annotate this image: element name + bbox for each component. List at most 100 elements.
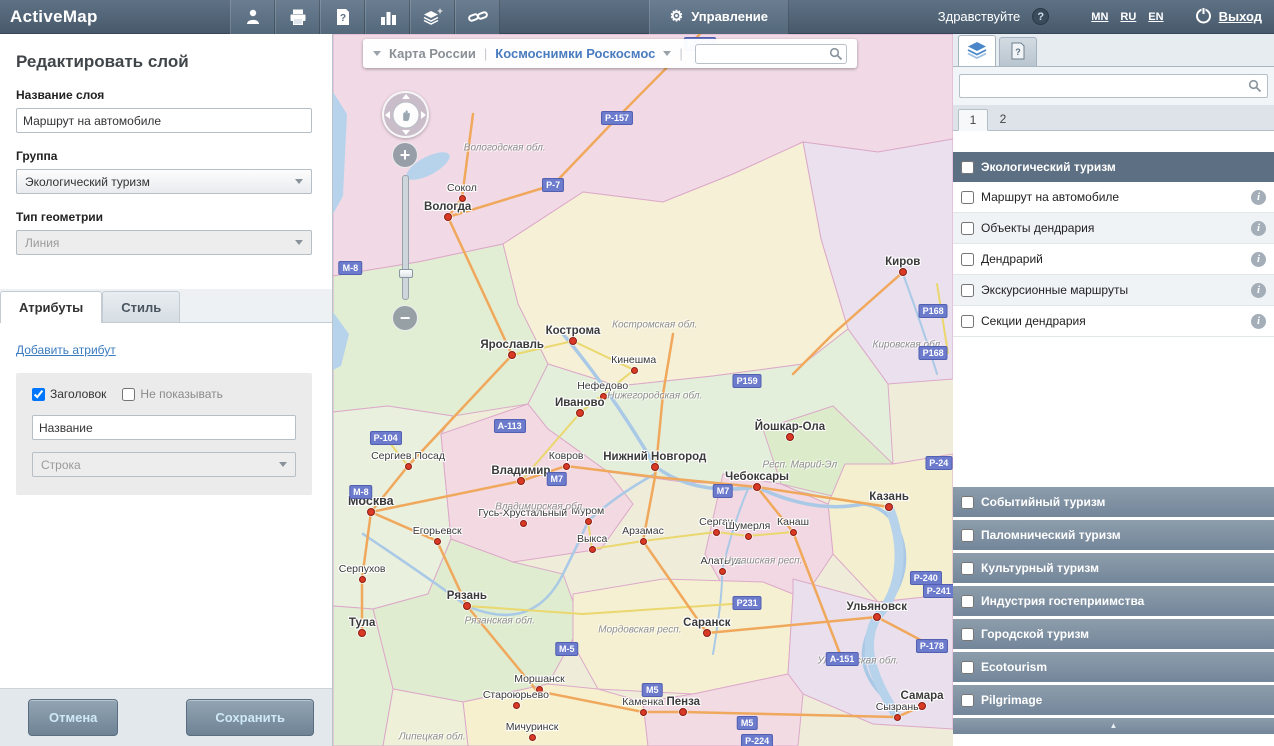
group-header[interactable]: Индустрия гостеприимства	[953, 586, 1274, 616]
layer-row[interactable]: Экскурсионные маршрутыi	[953, 275, 1274, 306]
info-icon[interactable]: i	[1251, 190, 1266, 205]
base-map-name[interactable]: Карта России	[389, 46, 476, 61]
chevron-down-icon[interactable]	[663, 51, 671, 56]
print-tool-button[interactable]	[275, 0, 320, 34]
help-book-tool-button[interactable]: ?	[320, 0, 365, 34]
management-button[interactable]: ⚙ Управление	[649, 0, 789, 34]
city-dot	[585, 518, 592, 525]
layers-panel-tabs: ?	[953, 34, 1274, 67]
tab-layers[interactable]	[958, 35, 996, 66]
header-checkbox-label[interactable]: Заголовок	[32, 387, 106, 401]
city-label: Ковров	[549, 450, 584, 462]
group-label: Культурный туризм	[981, 561, 1099, 575]
layer-row[interactable]: Дендрарий i	[953, 244, 1274, 275]
link-tool-button[interactable]	[455, 0, 500, 34]
header-checkbox[interactable]	[32, 388, 45, 401]
layer-row[interactable]: Секции дендрарияi	[953, 306, 1274, 337]
lang-link-ru[interactable]: RU	[1120, 11, 1136, 23]
city-dot	[576, 409, 584, 417]
city-label: Киров	[885, 256, 920, 268]
tab-legend[interactable]: ?	[999, 37, 1037, 66]
svg-text:?: ?	[339, 13, 345, 24]
zoom-slider-handle[interactable]	[399, 269, 413, 278]
help-badge[interactable]: ?	[1032, 8, 1049, 25]
logout-link[interactable]: Выход	[1219, 9, 1262, 24]
group-checkbox[interactable]	[961, 694, 974, 707]
layer-label: Маршрут на автомобиле	[981, 190, 1119, 204]
layer-label: Дендрарий	[981, 252, 1043, 266]
tab-style[interactable]: Стиль	[102, 291, 180, 322]
group-checkbox[interactable]	[961, 529, 974, 542]
city-dot	[517, 477, 525, 485]
group-checkbox[interactable]	[961, 595, 974, 608]
info-icon[interactable]: i	[1251, 283, 1266, 298]
help-book-icon: ?	[333, 7, 353, 27]
info-icon[interactable]: i	[1251, 314, 1266, 329]
group-checkbox[interactable]	[961, 161, 974, 174]
layer-checkbox[interactable]	[961, 315, 974, 328]
city-dot	[713, 529, 720, 536]
layer-name-label: Название слоя	[16, 88, 312, 102]
city-label: Староюрьево	[483, 689, 549, 701]
city-label: Иваново	[555, 397, 605, 409]
page-tab-1[interactable]: 1	[958, 109, 988, 131]
layer-row[interactable]: Объекты дендрарияi	[953, 213, 1274, 244]
zoom-out-button[interactable]: −	[392, 305, 418, 331]
collapse-bar[interactable]: ▲	[953, 718, 1274, 734]
group-checkbox[interactable]	[961, 496, 974, 509]
layer-checkbox[interactable]	[961, 253, 974, 266]
group-header[interactable]: Событийный туризм	[953, 487, 1274, 517]
group-header[interactable]: Паломнический туризм	[953, 520, 1274, 550]
group-header[interactable]: Ecotourism	[953, 652, 1274, 682]
group-header[interactable]: Городской туризм	[953, 619, 1274, 649]
hide-checkbox-label[interactable]: Не показывать	[122, 387, 222, 401]
group-checkbox[interactable]	[961, 562, 974, 575]
add-layer-tool-button[interactable]: +	[410, 0, 455, 34]
hide-checkbox[interactable]	[122, 388, 135, 401]
group-header-eco[interactable]: Экологический туризм	[953, 152, 1274, 182]
header-checkbox-text: Заголовок	[50, 387, 106, 401]
layer-checkbox[interactable]	[961, 191, 974, 204]
attribute-name-input[interactable]	[32, 415, 296, 440]
cancel-button[interactable]: Отмена	[28, 699, 118, 736]
chevron-down-icon[interactable]	[373, 51, 381, 56]
info-icon[interactable]: i	[1251, 221, 1266, 236]
map-search-input[interactable]	[695, 44, 847, 64]
city-dot	[631, 367, 638, 374]
page-tab-2[interactable]: 2	[988, 108, 1018, 130]
map-search	[695, 44, 847, 64]
legend-help-icon: ?	[1010, 42, 1026, 63]
group-checkbox[interactable]	[961, 661, 974, 674]
zoom-in-button[interactable]: +	[392, 142, 418, 168]
save-button[interactable]: Сохранить	[186, 699, 314, 736]
map-canvas[interactable]: СоколВологдаКировКостромаЯрославльКинешм…	[333, 34, 953, 746]
attribute-style-tabs: Атрибуты Стиль	[0, 289, 332, 323]
lang-link-mn[interactable]: MN	[1091, 11, 1108, 23]
group-header[interactable]: Pilgrimage	[953, 685, 1274, 715]
layer-row[interactable]: Маршрут на автомобиле i	[953, 182, 1274, 213]
layer-checkbox[interactable]	[961, 222, 974, 235]
layer-name-input[interactable]	[16, 108, 312, 133]
layer-checkbox[interactable]	[961, 284, 974, 297]
statistics-tool-button[interactable]	[365, 0, 410, 34]
road-badge: Р-224	[741, 734, 773, 746]
zoom-slider[interactable]	[402, 175, 409, 300]
info-icon[interactable]: i	[1251, 252, 1266, 267]
tab-attributes[interactable]: Атрибуты	[0, 291, 102, 323]
group-header[interactable]: Культурный туризм	[953, 553, 1274, 583]
lang-link-en[interactable]: EN	[1148, 11, 1163, 23]
group-select[interactable]: Экологический туризм	[16, 169, 312, 194]
road-badge: М5	[642, 683, 663, 697]
city-dot	[679, 708, 687, 716]
add-attribute-link[interactable]: Добавить атрибут	[16, 343, 116, 357]
group-checkbox[interactable]	[961, 628, 974, 641]
user-tool-button[interactable]	[230, 0, 275, 34]
road-badge: А-151	[826, 652, 859, 666]
layers-search-input[interactable]	[959, 74, 1268, 98]
breadcrumb-divider: |	[679, 46, 682, 61]
satellite-layer-name[interactable]: Космоснимки Роскосмос	[495, 46, 655, 61]
city-label: Каменка	[622, 696, 663, 708]
pan-control[interactable]	[382, 91, 429, 138]
link-icon	[467, 7, 489, 27]
city-label: Егорьевск	[413, 525, 462, 537]
